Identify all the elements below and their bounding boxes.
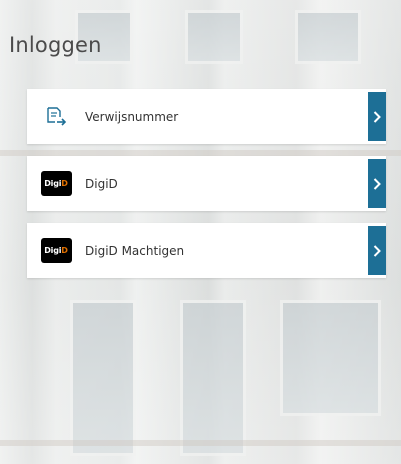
chevron-right-button[interactable] bbox=[368, 226, 386, 275]
login-options-list: Verwijsnummer Digi D DigiD Digi D DigiD … bbox=[27, 89, 386, 290]
icon-container bbox=[27, 89, 85, 144]
login-option-label: Verwijsnummer bbox=[85, 109, 179, 124]
login-option-digid-machtigen[interactable]: Digi D DigiD Machtigen bbox=[27, 223, 386, 278]
chevron-right-button[interactable] bbox=[368, 159, 386, 208]
login-option-label: DigiD Machtigen bbox=[85, 243, 185, 258]
login-option-verwijsnummer[interactable]: Verwijsnummer bbox=[27, 89, 386, 144]
icon-container: Digi D bbox=[27, 156, 85, 211]
login-page: Inloggen Verwijsnummer Digi D DigiD Digi… bbox=[0, 0, 401, 464]
icon-container: Digi D bbox=[27, 223, 85, 278]
page-title: Inloggen bbox=[9, 33, 102, 57]
login-option-label: DigiD bbox=[85, 176, 118, 191]
chevron-right-icon bbox=[373, 244, 381, 257]
chevron-right-icon bbox=[373, 177, 381, 190]
document-arrow-icon bbox=[47, 106, 67, 126]
digid-logo: Digi D bbox=[40, 171, 72, 196]
digid-logo: Digi D bbox=[40, 238, 72, 263]
login-option-digid[interactable]: Digi D DigiD bbox=[27, 156, 386, 211]
chevron-right-icon bbox=[373, 110, 381, 123]
chevron-right-button[interactable] bbox=[368, 92, 386, 141]
